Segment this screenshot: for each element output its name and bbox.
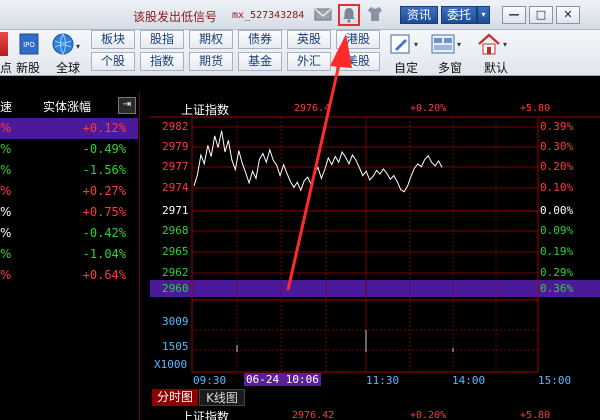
annotation-arrow	[286, 34, 352, 291]
app-window: 该股发出低信号 mx_527343284 资讯 委托 ▾ — □ ✕ 点 IPO…	[0, 0, 600, 420]
